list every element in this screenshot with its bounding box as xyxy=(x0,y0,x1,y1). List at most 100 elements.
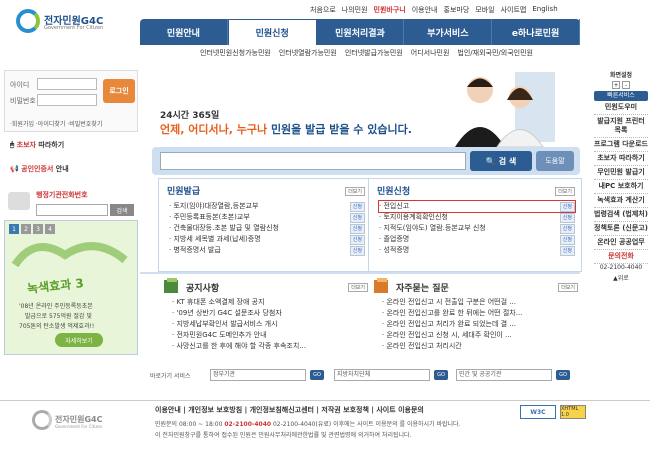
logo-icon[interactable] xyxy=(16,9,40,33)
quick-item-pc-protect[interactable]: 내PC 보호하기 xyxy=(594,180,648,194)
cert-link[interactable]: 📢 공인인증서 안내 xyxy=(10,164,69,174)
local-select[interactable]: 지방자치단체 xyxy=(334,369,430,381)
tab-extra[interactable]: 부가서비스 xyxy=(404,19,493,45)
util-link-sitemap[interactable]: 사이트맵 xyxy=(501,5,527,15)
util-link-basket[interactable]: 민원바구니 xyxy=(374,5,406,15)
subtab-internet-apply[interactable]: 인터넷민원신청가능민원 xyxy=(200,48,271,58)
apply-chip[interactable]: 신청 xyxy=(559,224,575,234)
list-item[interactable]: · 졸업증명 신청 xyxy=(379,234,575,245)
quick-item-download[interactable]: 프로그램 다운로드 xyxy=(594,138,648,152)
list-item[interactable]: · 온라인 전입신고 시 전출입 구분은 어떤걸 ... xyxy=(382,297,522,308)
list-item[interactable]: · 지방세납부확인서 발급서비스 개시 xyxy=(172,319,306,330)
list-item[interactable]: · 토지이용계획확인신청 신청 xyxy=(379,212,575,223)
list-item[interactable]: · 전자민원G4C 도메인추가 안내 xyxy=(172,330,306,341)
list-item[interactable]: · 온라인 전입신고를 완료 한 뒤에는 어떤 절차... xyxy=(382,308,522,319)
apply-chip[interactable]: 신청 xyxy=(559,202,575,212)
apply-chip[interactable]: 신청 xyxy=(559,235,575,245)
apply-chip[interactable]: 신청 xyxy=(349,202,365,212)
subtab-corp[interactable]: 법인/재외국민/외국인민원 xyxy=(457,48,533,58)
gov-go-button[interactable]: GO xyxy=(310,370,324,380)
search-input[interactable] xyxy=(160,152,466,170)
banner-more-button[interactable]: 자세히보기 xyxy=(55,333,103,347)
office-search-button[interactable]: 검색 xyxy=(110,204,134,216)
footer-logo-subtitle: Government For Citizen xyxy=(55,424,103,429)
quick-item-online-work[interactable]: 온라인 공공업무 xyxy=(594,236,648,250)
list-item[interactable]: · '09년 상반기 G4C 설문조사 당첨자 xyxy=(172,308,306,319)
private-select[interactable]: 민간 및 공공기관 xyxy=(456,369,552,381)
quick-item-beginner[interactable]: 초보자 따라하기 xyxy=(594,152,648,166)
green-banner[interactable]: 1 2 3 4 녹색효과 3 '08년 온라인 주민등록등초본 발급으로 575… xyxy=(4,220,138,355)
subtab-internet-view[interactable]: 인터넷열람가능민원 xyxy=(279,48,337,58)
tab-apply[interactable]: 민원신청 xyxy=(227,19,317,45)
list-item[interactable]: · KT 휴대폰 소액결제 장애 공지 xyxy=(172,297,306,308)
tab-results[interactable]: 민원처리결과 xyxy=(317,19,405,45)
util-link-mobile[interactable]: 모바일 xyxy=(475,5,494,15)
gov-select[interactable]: 정부기관 xyxy=(210,369,306,381)
search-bar: 🔍 검 색 도움말 xyxy=(152,147,580,175)
list-item[interactable]: · 토지(임야)대장열람,등본교부 신청 xyxy=(169,201,365,212)
util-link-promo[interactable]: 홍보마당 xyxy=(444,5,470,15)
login-button[interactable]: 로그인 xyxy=(103,79,135,103)
login-links[interactable]: ·회원가입 ·아이디찾기 ·비밀번호찾기 xyxy=(10,119,102,128)
faq-more-button[interactable]: 더보기 xyxy=(558,283,578,292)
list-item[interactable]: · 건축물대장등.초본 발급 및 열람신청 신청 xyxy=(169,223,365,234)
search-button[interactable]: 🔍 검 색 xyxy=(470,151,532,171)
beginner-link[interactable]: 🖱 초보자 따라하기 xyxy=(10,140,64,150)
banner-text-3: 705톤의 탄소발생 억제효과!! xyxy=(19,323,95,330)
quick-sidebar: 화면설정 + - 빠른서비스 민원도우미 발급지원 프린터 목록 프로그램 다운… xyxy=(594,70,648,400)
local-go-button[interactable]: GO xyxy=(434,370,448,380)
zoom-in-button[interactable]: + xyxy=(612,81,620,89)
quick-item-kiosk[interactable]: 무인민원 발급기 xyxy=(594,166,648,180)
scroll-top-button[interactable]: ▲위로 xyxy=(594,273,648,282)
issue-panel: 민원발급 더보기 · 토지(임야)대장열람,등본교부 신청 · 주민등록표등본(초… xyxy=(158,178,372,272)
pw-input[interactable] xyxy=(37,94,97,106)
util-link-my[interactable]: 나의민원 xyxy=(342,5,368,15)
subtab-internet-issue[interactable]: 인터넷발급가능민원 xyxy=(345,48,403,58)
apply-chip[interactable]: 신청 xyxy=(349,246,365,256)
quick-service-header: 빠른서비스 xyxy=(594,91,648,101)
banner-page-3[interactable]: 3 xyxy=(33,224,43,234)
apply-more-button[interactable]: 더보기 xyxy=(555,187,575,196)
apply-chip[interactable]: 신청 xyxy=(349,224,365,234)
util-link-guide[interactable]: 이용안내 xyxy=(412,5,438,15)
list-item[interactable]: · 사망신고를 한 후에 해야 할 각종 후속조치... xyxy=(172,341,306,352)
util-link-home[interactable]: 처음으로 xyxy=(310,5,336,15)
office-select[interactable] xyxy=(36,204,108,216)
apply-chip[interactable]: 신청 xyxy=(349,235,365,245)
list-item[interactable]: · 지적도(임야도) 열람.등본교부 신청 신청 xyxy=(379,223,575,234)
notice-more-button[interactable]: 더보기 xyxy=(348,283,368,292)
list-item[interactable]: · 온라인 전입신고 처리시간 xyxy=(382,341,522,352)
tab-ehanaro[interactable]: e하나로민원 xyxy=(492,19,580,45)
util-link-english[interactable]: English xyxy=(532,5,557,15)
list-item[interactable]: · 온라인 전입신고 신청 시, 세대주 확인이 ... xyxy=(382,330,522,341)
list-item[interactable]: · 주민등록표등본(초본)교부 신청 xyxy=(169,212,365,223)
people-illustration xyxy=(455,72,555,147)
zoom-out-button[interactable]: - xyxy=(622,81,630,89)
w3c-badge[interactable]: W3C xyxy=(520,405,556,419)
help-button[interactable]: 도움말 xyxy=(536,151,574,171)
subtab-anywhere[interactable]: 어디서나민원 xyxy=(411,48,450,58)
tab-guide[interactable]: 민원안내 xyxy=(140,19,228,45)
private-go-button[interactable]: GO xyxy=(556,370,570,380)
banner-page-1[interactable]: 1 xyxy=(9,224,19,234)
apply-chip[interactable]: 신청 xyxy=(349,213,365,223)
list-item[interactable]: · 지방세 세목별 과세(납세)증명 신청 xyxy=(169,234,365,245)
apply-chip[interactable]: 신청 xyxy=(559,213,575,223)
quick-item-helper[interactable]: 민원도우미 xyxy=(594,101,648,115)
id-input[interactable] xyxy=(37,78,97,90)
quick-item-green-calc[interactable]: 녹색효과 계산기 xyxy=(594,194,648,208)
list-item[interactable]: · 온라인 전입신고 처리가 완료 되었는데 결 ... xyxy=(382,319,522,330)
quick-item-printer[interactable]: 발급지원 프린터 목록 xyxy=(594,115,648,138)
banner-page-2[interactable]: 2 xyxy=(21,224,31,234)
apply-chip[interactable]: 신청 xyxy=(559,246,575,256)
list-item[interactable]: · 성적증명 신청 xyxy=(379,245,575,256)
quick-item-policy[interactable]: 정책토론 (신문고) xyxy=(594,222,648,236)
list-item[interactable]: · 병적증명서 발급 신청 xyxy=(169,245,365,256)
issue-more-button[interactable]: 더보기 xyxy=(345,187,365,196)
quick-item-law[interactable]: 법령검색 (법제처) xyxy=(594,208,648,222)
utility-links: 처음으로 나의민원 민원바구니 이용안내 홍보마당 모바일 사이트맵 Engli… xyxy=(310,5,650,15)
banner-page-4[interactable]: 4 xyxy=(45,224,55,234)
footer-links[interactable]: 이용안내 | 개인정보 보호방침 | 개인정보침해신고센터 | 저작권 보호정책… xyxy=(155,405,424,415)
list-item-selected[interactable]: · 전입신고 신청 xyxy=(378,200,576,213)
xhtml-badge[interactable]: XHTML 1.0 xyxy=(560,405,586,419)
